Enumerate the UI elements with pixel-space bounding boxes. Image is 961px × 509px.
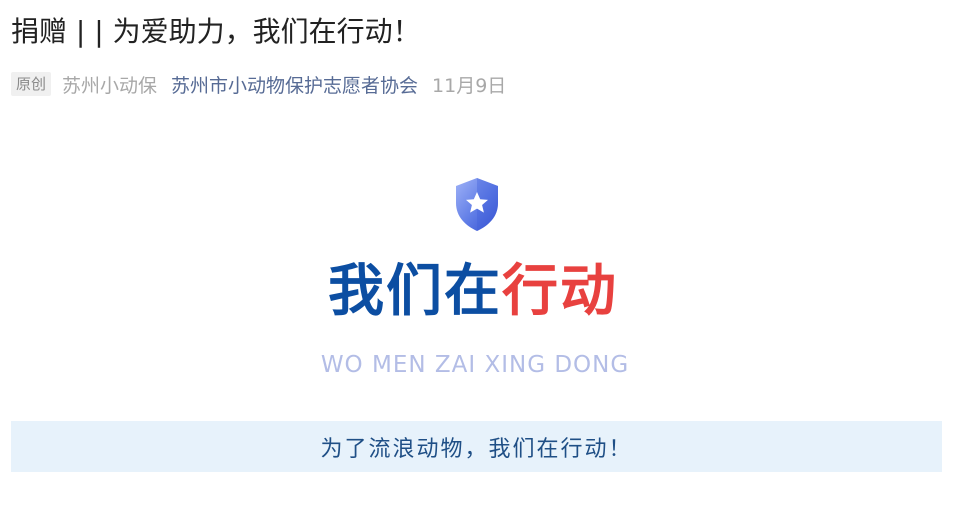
publish-date: 11月9日 (432, 74, 507, 97)
article-title: 捐赠 | | 为爱助力，我们在行动！ (11, 15, 421, 48)
author-name: 苏州小动保 (62, 74, 158, 97)
hero-headline: 我们在行动 (0, 256, 946, 328)
article-meta: 原创 苏州小动保 苏州市小动物保护志愿者协会 11月9日 (11, 70, 506, 98)
original-badge: 原创 (11, 72, 52, 96)
banner-text: 为了流浪动物，我们在行动！ (320, 436, 633, 462)
slogan-banner: 为了流浪动物，我们在行动！ (11, 421, 942, 472)
shield-star-icon (456, 178, 498, 231)
account-name-link[interactable]: 苏州市小动物保护志愿者协会 (171, 71, 418, 98)
headline-red-part: 行动 (502, 259, 618, 324)
pinyin-subtitle: WO MEN ZAI XING DONG (320, 352, 630, 378)
headline-blue-part: 我们在 (328, 259, 502, 324)
